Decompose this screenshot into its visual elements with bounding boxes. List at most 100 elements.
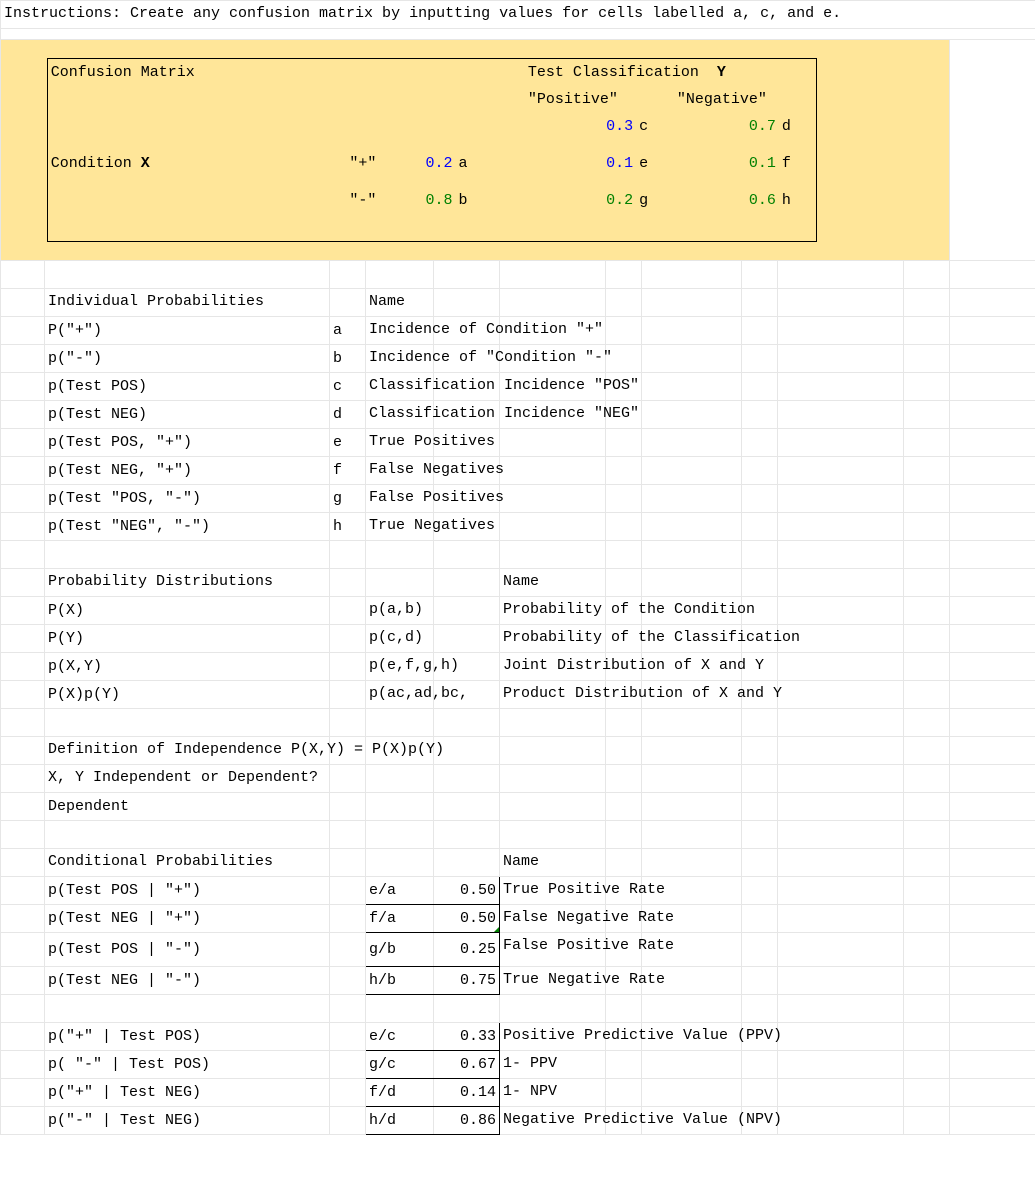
indiv-letter: a [330,317,366,345]
dist-row[interactable]: P(X)p(Y) p(ac,ad,bc, Product Distribution … [1,681,1035,709]
indiv-prob: p(Test NEG, "+") [45,457,330,485]
dist-row[interactable]: P(Y)p(c,d)Probability of the Classificat… [1,625,1035,653]
dist-formula: p(c,d) [369,629,423,646]
confusion-matrix-panel: Confusion Matrix Test Classification Y "… [1,58,949,242]
cond-value: 0.50 [434,905,500,933]
label-c: c [636,113,674,140]
indiv-name: Classification Incidence "POS" [369,377,639,394]
cond-value: 0.86 [434,1107,500,1135]
spreadsheet-grid[interactable]: Instructions: Create any confusion matri… [0,0,1035,1135]
cond-formula: e/c [366,1023,434,1051]
indiv-prob: p(Test NEG) [45,401,330,429]
indiv-prob: P("+") [45,317,330,345]
indiv-letter: f [330,457,366,485]
indep-a-row[interactable]: Dependent [1,793,1035,821]
indiv-row[interactable]: p(Test POS)cClassification Incidence "PO… [1,373,1035,401]
cond-value: 0.67 [434,1051,500,1079]
indiv-row[interactable]: p("-")bIncidence of "Condition "-" [1,345,1035,373]
dist-prob: P(X) [45,597,330,625]
cond-row[interactable]: p("+" | Test POS)e/c0.33Positive Predict… [1,1023,1035,1051]
cell-marker-icon [494,927,499,932]
cond-row[interactable]: p(Test NEG | "+")f/a0.50False Negative R… [1,905,1035,933]
cond-row[interactable]: p("-" | Test NEG)h/d0.86Negative Predict… [1,1107,1035,1135]
indiv-row[interactable]: p(Test POS, "+")eTrue Positives [1,429,1035,457]
label-b: b [456,187,525,214]
cond-row[interactable]: p(Test POS | "-")g/b0.25False Positive R… [1,933,1035,967]
indep-q-row[interactable]: X, Y Independent or Dependent? [1,765,1035,793]
indiv-letter: b [330,345,366,373]
cond-prob: p(Test POS | "+") [45,877,330,905]
cond-value: 0.25 [434,933,500,967]
value-g: 0.2 [525,187,636,214]
row-plus-label: "+" [346,150,384,177]
dist-prob: P(Y) [45,625,330,653]
indiv-letter: h [330,513,366,541]
input-a[interactable]: 0.2 [384,150,455,177]
cond-prob: p( "-" | Test POS) [45,1051,330,1079]
cond-prob: p("+" | Test NEG) [45,1079,330,1107]
indiv-name: True Negatives [369,517,495,534]
dist-row[interactable]: p(X,Y)p(e,f,g,h)Joint Distribution of X … [1,653,1035,681]
dist-name-header: Name [503,573,539,590]
cond-prob: p("-" | Test NEG) [45,1107,330,1135]
value-f: 0.1 [674,150,779,177]
cond-prob: p(Test POS | "-") [45,933,330,967]
cond-header-row[interactable]: Conditional Probabilities Name [1,849,1035,877]
indiv-row[interactable]: p(Test NEG, "+")fFalse Negatives [1,457,1035,485]
indiv-prob: p(Test POS) [45,373,330,401]
dist-prob: P(X)p(Y) [45,681,330,709]
dist-header-row[interactable]: Probability Distributions Name [1,569,1035,597]
indiv-name: False Negatives [369,461,504,478]
value-b: 0.8 [384,187,455,214]
matrix-title: Confusion Matrix [47,59,346,87]
indep-def-row[interactable]: Definition of Independence P(X,Y) = P(X)… [1,737,1035,765]
cond-header: Conditional Probabilities [48,853,273,870]
indiv-name: False Positives [369,489,504,506]
indiv-row[interactable]: p(Test NEG)dClassification Incidence "NE… [1,401,1035,429]
indiv-name: Classification Incidence "NEG" [369,405,639,422]
instructions-text: Instructions: Create any confusion matri… [4,5,841,22]
cond-name: False Positive Rate [503,937,674,954]
cond-row[interactable]: p(Test POS | "+")e/a0.50True Positive Ra… [1,877,1035,905]
indiv-prob: p(Test "POS, "-") [45,485,330,513]
cond-prob: p(Test NEG | "-") [45,967,330,995]
condition-label: Condition [51,155,132,172]
label-f: f [779,150,817,177]
row-minus-label: "-" [346,187,384,214]
indiv-header-row[interactable]: Individual Probabilities Name [1,289,1035,317]
cond-row[interactable]: p(Test NEG | "-")h/b0.75True Negative Ra… [1,967,1035,995]
indiv-row[interactable]: P("+")aIncidence of Condition "+" [1,317,1035,345]
cond-row[interactable]: p("+" | Test NEG)f/d0.141- NPV [1,1079,1035,1107]
dist-formula: p(ac,ad,bc, [369,685,468,702]
negative-label: "Negative" [674,86,779,113]
value-d: 0.7 [674,113,779,140]
indep-answer: Dependent [45,793,330,821]
cond-value: 0.75 [434,967,500,995]
indiv-letter: e [330,429,366,457]
indiv-prob: p("-") [45,345,330,373]
cond-name: Positive Predictive Value (PPV) [503,1027,782,1044]
label-h: h [779,187,817,214]
dist-name: Product Distribution of X and Y [503,685,782,702]
indiv-letter: g [330,485,366,513]
indiv-letter: d [330,401,366,429]
dist-formula: p(a,b) [369,601,423,618]
cond-name: Negative Predictive Value (NPV) [503,1111,782,1128]
label-a: a [456,150,525,177]
cond-formula: f/d [366,1079,434,1107]
cond-formula: f/a [366,905,434,933]
dist-row[interactable]: P(X) p(a,b) Probability of the Condition [1,597,1035,625]
indiv-letter: c [330,373,366,401]
cond-value: 0.14 [434,1079,500,1107]
dist-name: Probability of the Condition [503,601,755,618]
input-c[interactable]: 0.3 [525,113,636,140]
positive-label: "Positive" [525,86,636,113]
cond-formula: h/b [366,967,434,995]
dist-name: Joint Distribution of X and Y [503,657,764,674]
input-e[interactable]: 0.1 [525,150,636,177]
indiv-row[interactable]: p(Test "NEG", "-")hTrue Negatives [1,513,1035,541]
cond-row[interactable]: p( "-" | Test POS)g/c0.671- PPV [1,1051,1035,1079]
indiv-row[interactable]: p(Test "POS, "-")gFalse Positives [1,485,1035,513]
cond-prob: p("+" | Test POS) [45,1023,330,1051]
instructions-row[interactable]: Instructions: Create any confusion matri… [1,1,1035,29]
